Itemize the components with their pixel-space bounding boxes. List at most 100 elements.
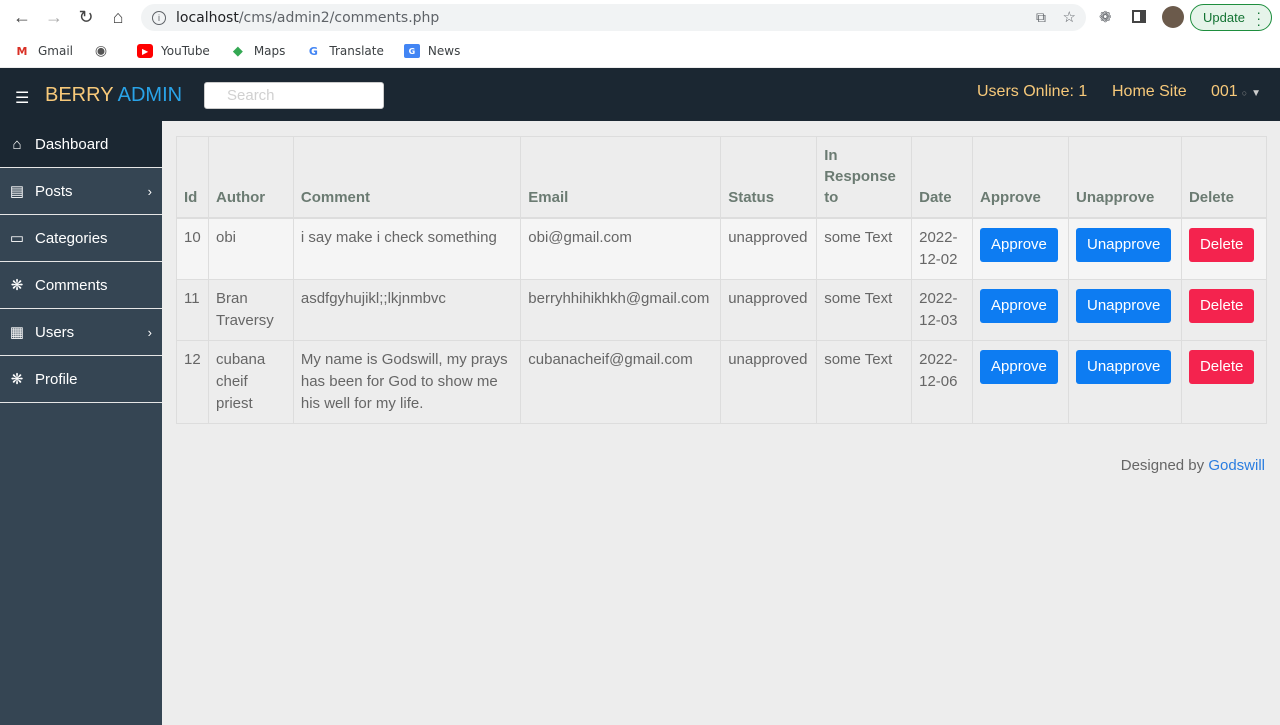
avatar[interactable] [1162,6,1184,28]
bookmark-maps[interactable]: ◆ Maps [230,43,286,59]
document-icon: ▤ [9,183,25,200]
chevron-right-icon: › [147,325,152,340]
maps-icon: ◆ [232,43,243,59]
sidebar: ⌂ Dashboard ▤ Posts › ▭ Categories ❋ Com… [0,121,162,725]
url-text: localhost/cms/admin2/comments.php [176,9,440,26]
cell-date: 2022-12-06 [911,340,974,424]
back-arrow-icon[interactable]: ← [11,6,33,28]
cell-comment: My name is Godswill, my prays has been f… [292,340,522,424]
users-online-link[interactable]: Users Online: 1 [977,83,1087,101]
browser-toolbar: ← → ↻ ⌂ i localhost/cms/admin2/comments.… [0,0,1280,35]
unapprove-button[interactable]: Unapprove [1076,289,1172,323]
search-input[interactable] [204,82,384,109]
column-header-delete: Delete [1180,136,1268,219]
sidebar-item-users[interactable]: ▦ Users › [0,309,162,356]
news-icon: G [403,44,420,58]
sidebar-item-label: Posts [35,182,73,200]
cell-email: obi@gmail.com [520,217,722,280]
table-row: 11 Bran Traversy asdfgyhujikl;;lkjnmbvc … [176,279,1268,341]
comments-table: Id Author Comment Email Status In Respon… [176,136,1268,424]
cell-status: unapproved [720,340,818,424]
approve-button[interactable]: Approve [980,350,1058,384]
cell-delete: Delete [1180,217,1268,280]
bookmark-news[interactable]: G News [403,44,460,58]
sidebar-item-label: Dashboard [35,135,109,153]
cell-comment: asdfgyhujikl;;lkjnmbvc [292,279,522,341]
user-menu-dropdown[interactable]: 001 ○ ▼ [1211,83,1261,101]
cell-delete: Delete [1180,279,1268,341]
sidebar-item-dashboard[interactable]: ⌂ Dashboard [0,121,162,168]
home-browser-icon[interactable]: ⌂ [107,6,129,28]
cell-unapprove: Unapprove [1068,217,1182,280]
column-header-unapprove: Unapprove [1068,136,1182,219]
cell-email: berryhhihikhkh@gmail.com [520,279,722,341]
gmail-icon: M [16,44,28,58]
unapprove-button[interactable]: Unapprove [1076,228,1172,262]
delete-button[interactable]: Delete [1188,350,1255,384]
cell-in-response-to: some Text [816,340,913,424]
table-row: 12 cubana cheif priest My name is Godswi… [176,340,1268,424]
home-site-link[interactable]: Home Site [1112,83,1187,101]
sidebar-item-label: Categories [35,229,108,247]
cell-in-response-to: some Text [816,279,913,341]
address-bar[interactable]: i localhost/cms/admin2/comments.php ⧉ ☆ [141,4,1086,31]
forward-arrow-icon[interactable]: → [43,6,65,28]
sidebar-item-label: Comments [35,276,108,294]
sidebar-item-categories[interactable]: ▭ Categories [0,215,162,262]
sidebar-item-comments[interactable]: ❋ Comments [0,262,162,309]
monitor-icon: ▭ [9,230,25,247]
cell-date: 2022-12-03 [911,279,974,341]
footer-credit: Designed by Godswill [1121,457,1265,474]
sidebar-item-label: Users [35,323,75,341]
sidebar-item-label: Profile [35,370,78,388]
column-header-id: Id [176,136,209,219]
extensions-icon[interactable]: ❁ [1099,8,1112,26]
sidebar-item-posts[interactable]: ▤ Posts › [0,168,162,215]
cell-delete: Delete [1180,340,1268,424]
brand-logo[interactable]: BERRY ADMIN [45,84,182,107]
cell-approve: Approve [972,217,1069,280]
translate-icon: G [308,44,318,58]
column-header-email: Email [520,136,722,219]
sidebar-item-profile[interactable]: ❋ Profile [0,356,162,403]
atom-icon: ❋ [10,277,24,294]
approve-button[interactable]: Approve [980,228,1058,262]
info-icon[interactable]: i [152,10,166,25]
youtube-icon: ▶ [137,44,154,58]
update-button[interactable]: Update · · · [1190,4,1272,31]
cell-author: cubana cheif priest [207,340,294,424]
home-icon: ⌂ [12,135,22,153]
kebab-menu-icon: · · · [1256,4,1261,32]
column-header-date: Date [911,136,974,219]
cell-unapprove: Unapprove [1068,279,1182,341]
unapprove-button[interactable]: Unapprove [1076,350,1172,384]
cell-email: cubanacheif@gmail.com [520,340,722,424]
column-header-author: Author [207,136,294,219]
delete-button[interactable]: Delete [1188,289,1255,323]
cell-approve: Approve [972,340,1069,424]
cell-author: obi [207,217,294,280]
table-row: 10 obi i say make i check something obi@… [176,217,1268,280]
bookmark-gmail[interactable]: M Gmail [14,44,74,58]
bookmark-globe[interactable]: ◉ [93,43,117,59]
cell-status: unapproved [720,217,818,280]
bookmarks-bar: M Gmail ◉ ▶ YouTube ◆ Maps G Translate G News [0,35,1280,67]
share-icon[interactable]: ⧉ [1036,9,1046,26]
chevron-right-icon: › [147,184,152,199]
footer-author-link[interactable]: Godswill [1208,457,1265,474]
delete-button[interactable]: Delete [1188,228,1255,262]
column-header-in-response-to: In Response to [816,136,913,219]
bookmark-youtube[interactable]: ▶ YouTube [137,44,210,58]
cell-id: 12 [176,340,209,424]
column-header-status: Status [720,136,818,219]
bookmark-translate[interactable]: G Translate [305,44,384,58]
star-icon[interactable]: ☆ [1063,8,1076,26]
approve-button[interactable]: Approve [980,289,1058,323]
hamburger-menu-icon[interactable]: ☰ [15,88,29,108]
reload-icon[interactable]: ↻ [75,6,97,28]
comments-table-container: Id Author Comment Email Status In Respon… [176,136,1268,424]
table-header-row: Id Author Comment Email Status In Respon… [176,136,1268,219]
cell-status: unapproved [720,279,818,341]
side-panel-icon[interactable] [1132,10,1146,23]
cell-author: Bran Traversy [207,279,294,341]
